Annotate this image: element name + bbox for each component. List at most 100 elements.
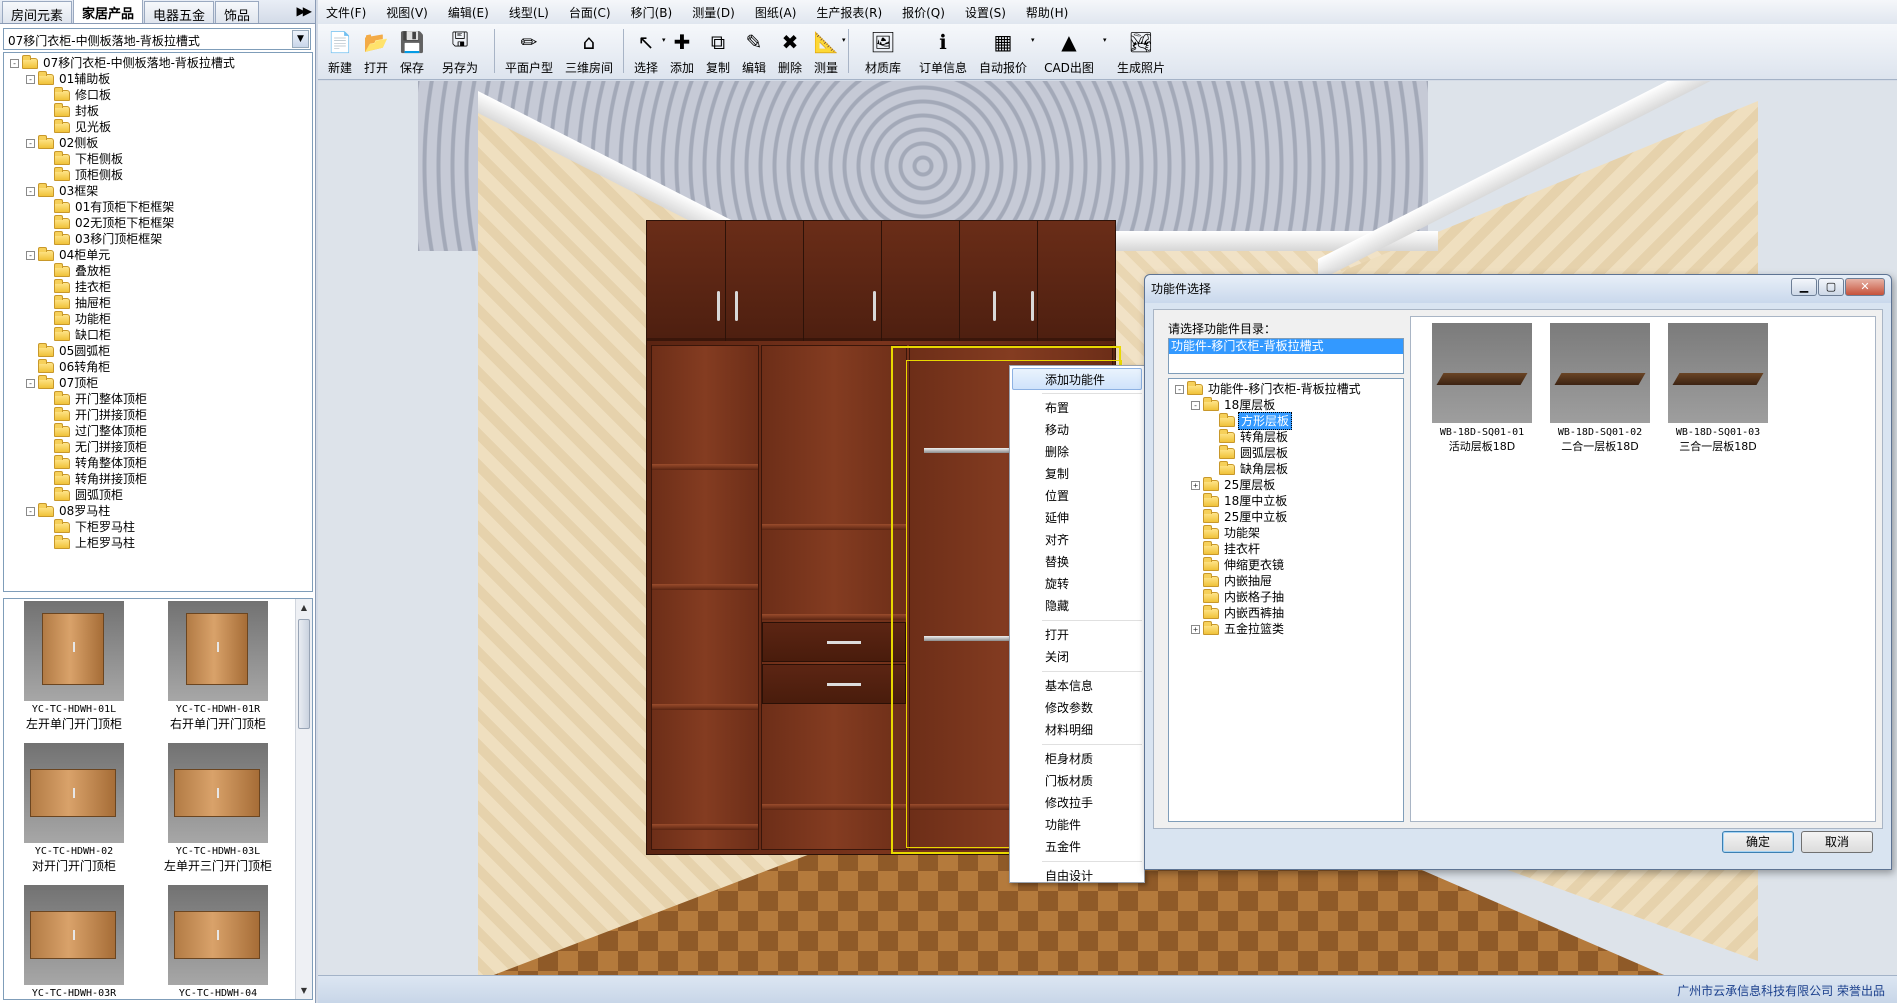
tree-node[interactable]: 圆弧层板 [1169,444,1403,461]
component-thumbnail[interactable]: WB-18D-SQ01-02 二合一层板18D [1535,323,1665,454]
toolbar-button-cad[interactable]: ▲ CAD出图 [1033,24,1105,79]
product-thumbnail[interactable]: YC-TC-HDWH-01R 右开单门开门顶柜 [148,601,288,732]
product-thumbnail[interactable]: YC-TC-HDWH-01L 左开单门开门顶柜 [4,601,144,732]
component-tree[interactable]: - 功能件-移门衣柜-背板拉槽式 -18厘层板 方形层板 转角层板 圆弧层板 缺角层板 +25… [1168,378,1404,822]
collapse-icon[interactable]: - [1175,384,1184,394]
drawer[interactable] [762,664,906,704]
tree-node[interactable]: - 18厘层板 [1169,396,1403,413]
tree-node[interactable]: - 02侧板 [4,134,312,151]
context-menu-item[interactable]: 五金件 [1010,836,1144,858]
expand-icon[interactable]: + [1191,624,1200,634]
tree-node[interactable]: 叠放柜 [4,262,312,279]
product-thumbnail[interactable]: YC-TC-HDWH-04 [148,885,288,999]
toolbar-button-add[interactable]: ✚ 添加 [664,24,700,79]
tree-node[interactable]: 25厘中立板 [1169,508,1403,525]
menu-item-10[interactable]: 设置(S) [965,4,1006,21]
left-tab-0[interactable]: 房间元素 [2,1,73,24]
menu-item-4[interactable]: 台面(C) [569,4,611,21]
menu-item-3[interactable]: 线型(L) [509,4,549,21]
context-menu-item[interactable]: 柜身材质 [1010,748,1144,770]
tree-node[interactable]: 06转角柜 [4,358,312,375]
tree-node[interactable]: 圆弧顶柜 [4,486,312,503]
product-thumbnail[interactable]: YC-TC-HDWH-03R [4,885,144,999]
context-menu-item[interactable]: 材料明细 [1010,719,1144,741]
component-thumbnail[interactable]: WB-18D-SQ01-03 三合一层板18D [1653,323,1783,454]
tree-node[interactable]: 下柜侧板 [4,150,312,167]
collapse-icon[interactable]: - [26,250,35,260]
menu-item-11[interactable]: 帮助(H) [1026,4,1068,21]
context-menu-item[interactable]: 修改拉手 [1010,792,1144,814]
tree-node[interactable]: 内嵌抽屉 [1169,572,1403,589]
toolbar-button-order-info[interactable]: ℹ 订单信息 [913,24,973,79]
ok-button[interactable]: 确定 [1722,831,1794,853]
context-menu-item[interactable]: 删除 [1010,441,1144,463]
toolbar-button-measure[interactable]: 📐 测量 [808,24,844,79]
toolbar-button-generate-photo[interactable]: 🏞 生成照片 [1105,24,1177,79]
tree-node[interactable]: 顶柜侧板 [4,166,312,183]
context-menu-item[interactable]: 隐藏 [1010,595,1144,617]
minimize-icon[interactable]: ▁ [1791,278,1817,296]
maximize-icon[interactable]: ▢ [1818,278,1844,296]
tree-node[interactable]: 过门整体顶柜 [4,422,312,439]
product-thumbnail[interactable]: YC-TC-HDWH-03L 左单开三门开门顶柜 [148,743,288,874]
component-thumbnail-list[interactable]: WB-18D-SQ01-01 活动层板18D WB-18D-SQ01-02 二合一层板… [1410,316,1876,822]
tree-node[interactable]: 挂衣柜 [4,278,312,295]
context-menu-item[interactable]: 布置 [1010,397,1144,419]
tree-node[interactable]: 内嵌西裤抽 [1169,604,1403,621]
tree-node[interactable]: 功能架 [1169,524,1403,541]
directory-path-field[interactable]: 功能件-移门衣柜-背板拉槽式 [1168,338,1404,374]
tree-node[interactable]: 开门整体顶柜 [4,390,312,407]
tree-node[interactable]: 抽屉柜 [4,294,312,311]
menu-item-6[interactable]: 测量(D) [692,4,735,21]
toolbar-button-save-as[interactable]: 🖫 另存为 [430,24,490,79]
menu-item-8[interactable]: 生产报表(R) [816,4,882,21]
tree-node[interactable]: 无门拼接顶柜 [4,438,312,455]
toolbar-button-select[interactable]: ↖ 选择 [628,24,664,79]
tab-scroll-arrows-icon[interactable]: ▶▶ [297,4,313,18]
tree-node[interactable]: 缺口柜 [4,326,312,343]
menu-item-2[interactable]: 编辑(E) [448,4,489,21]
context-menu-item[interactable]: 修改参数 [1010,697,1144,719]
drawer[interactable] [762,622,906,662]
tree-node[interactable]: - 04柜单元 [4,246,312,263]
collapse-icon[interactable]: - [26,186,35,196]
context-menu-item[interactable]: 复制 [1010,463,1144,485]
component-thumbnail[interactable]: WB-18D-SQ01-01 活动层板18D [1417,323,1547,454]
toolbar-button-material-library[interactable]: 🖼 材质库 [853,24,913,79]
tree-node[interactable]: 02无顶柜下柜框架 [4,214,312,231]
collapse-icon[interactable]: - [26,506,35,516]
wardrobe-column-middle[interactable] [761,345,907,850]
tree-node[interactable]: 方形层板 [1169,412,1403,430]
toolbar-button-open[interactable]: 📂 打开 [358,24,394,79]
chevron-down-icon[interactable]: ▼ [292,30,309,48]
context-menu-item[interactable]: 旋转 [1010,573,1144,595]
context-menu-item[interactable]: 移动 [1010,419,1144,441]
product-thumbnail-list[interactable]: ▲ ▼ YC-TC-HDWH-01L 左开单门开门顶柜 YC-TC-HDWH-01R… [3,598,313,1000]
context-menu-item[interactable]: 添加功能件 [1012,368,1142,390]
toolbar-button-copy[interactable]: ⧉ 复制 [700,24,736,79]
tree-node[interactable]: 18厘中立板 [1169,492,1403,509]
scroll-thumb[interactable] [298,619,310,729]
menu-item-5[interactable]: 移门(B) [631,4,673,21]
tree-node[interactable]: - 功能件-移门衣柜-背板拉槽式 [1169,380,1403,397]
tree-node[interactable]: - 01辅助板 [4,70,312,87]
collapse-icon[interactable]: - [26,74,35,84]
tree-node[interactable]: 修口板 [4,86,312,103]
left-tab-1[interactable]: 家居产品 [73,0,144,23]
collapse-icon[interactable]: - [26,378,35,388]
tree-node[interactable]: 内嵌格子抽 [1169,588,1403,605]
tree-node[interactable]: +25厘层板 [1169,476,1403,493]
tree-node[interactable]: 挂衣杆 [1169,540,1403,557]
context-menu-item[interactable]: 门板材质 [1010,770,1144,792]
category-combo[interactable]: 07移门衣柜-中侧板落地-背板拉槽式 ▼ [3,28,311,50]
menu-item-0[interactable]: 文件(F) [326,4,366,21]
tree-node[interactable]: 封板 [4,102,312,119]
toolbar-button-floor-plan[interactable]: ✏ 平面户型 [499,24,559,79]
expand-icon[interactable]: + [1191,480,1200,490]
toolbar-button-new[interactable]: 📄 新建 [322,24,358,79]
collapse-icon[interactable]: - [10,58,19,68]
tree-node[interactable]: 05圆弧柜 [4,342,312,359]
toolbar-button-delete[interactable]: ✖ 删除 [772,24,808,79]
scroll-up-icon[interactable]: ▲ [296,599,312,616]
tree-node[interactable]: 转角拼接顶柜 [4,470,312,487]
